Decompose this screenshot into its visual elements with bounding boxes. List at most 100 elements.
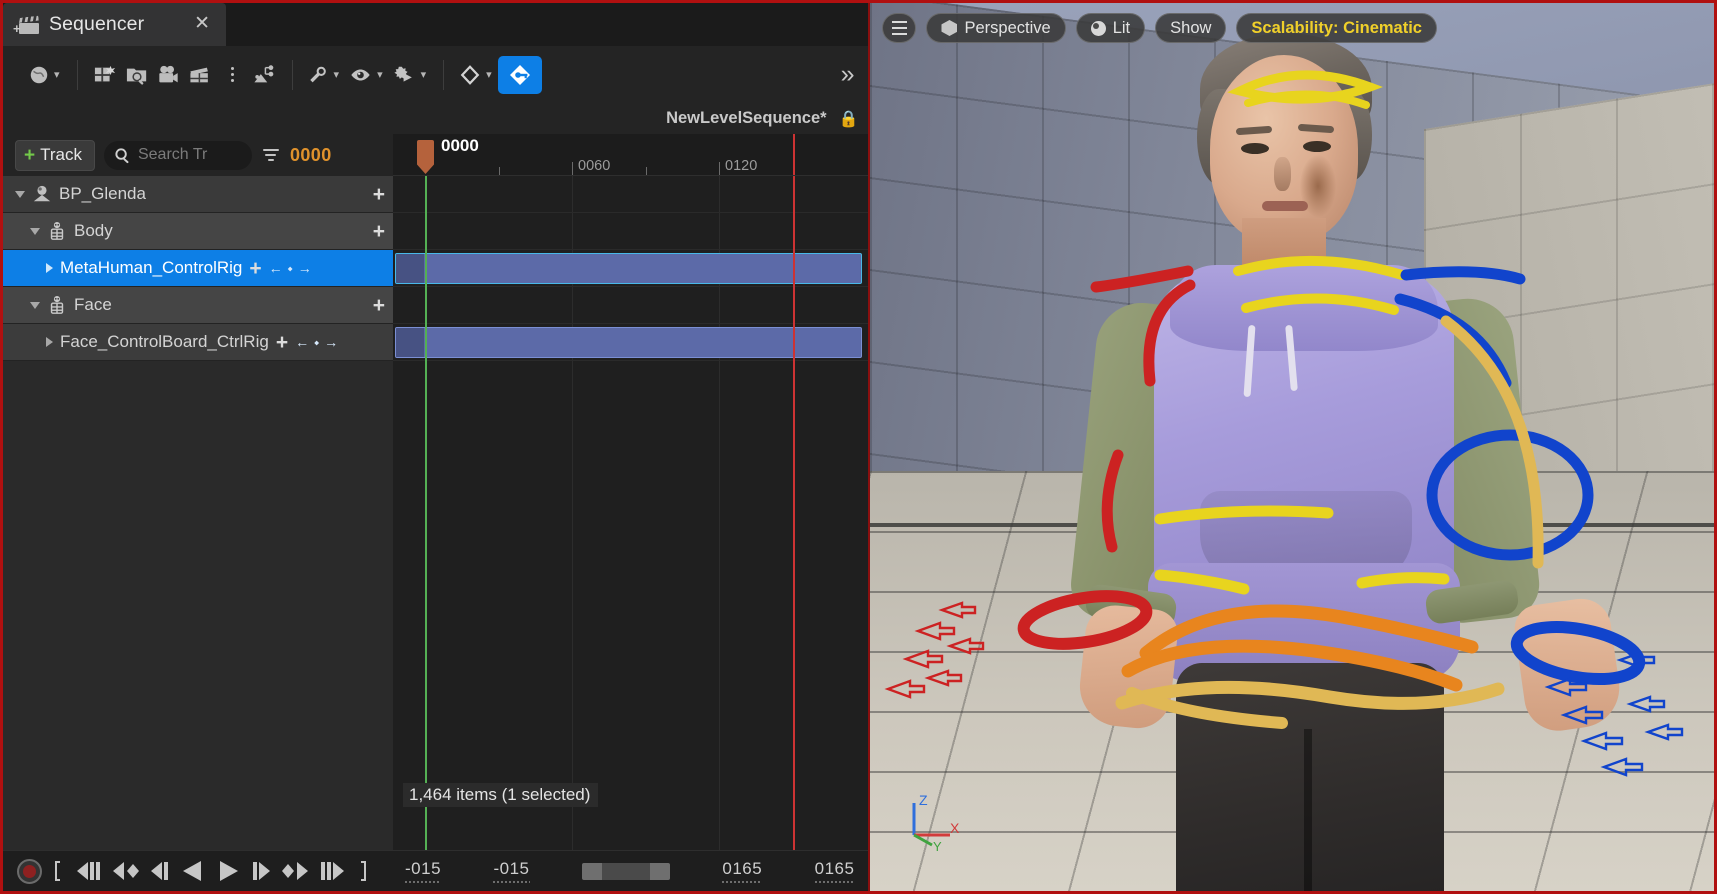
- scalability-label: Scalability: Cinematic: [1251, 18, 1422, 37]
- playhead-line[interactable]: [425, 176, 427, 850]
- keyframe-nav-controls[interactable]: ← ⬩ →: [269, 260, 312, 277]
- lighting-label: Lit: [1112, 18, 1131, 37]
- keyframe-prev-icon[interactable]: ←: [295, 334, 309, 350]
- filter-icon[interactable]: [261, 148, 281, 162]
- chevron-right-icon[interactable]: [46, 337, 53, 347]
- section-left-handle[interactable]: [396, 328, 424, 357]
- globe-icon[interactable]: ▾: [25, 56, 66, 94]
- render-movie-icon[interactable]: [185, 56, 217, 94]
- chevron-down-icon[interactable]: [30, 227, 40, 235]
- keyframe-next-icon[interactable]: →: [324, 334, 338, 350]
- jump-to-end-button[interactable]: [355, 858, 370, 884]
- lock-icon[interactable]: 🔒: [839, 109, 859, 129]
- transport-controls: [3, 858, 393, 884]
- keyframe-options-icon[interactable]: ▾: [455, 56, 498, 94]
- add-track-to-row-button[interactable]: +: [373, 295, 385, 316]
- chevron-down-icon[interactable]: [30, 301, 40, 309]
- track-label: MetaHuman_ControlRig: [60, 258, 243, 277]
- show-menu-button[interactable]: Show: [1155, 13, 1227, 43]
- view-start-field[interactable]: -015: [493, 859, 530, 883]
- open-sequence-icon[interactable]: [121, 56, 153, 94]
- add-track-to-row-button[interactable]: +: [276, 332, 288, 353]
- track-row-face-controlboard-ctrlrig[interactable]: Face_ControlBoard_CtrlRig + ← ⬩ →: [3, 324, 393, 361]
- create-sequence-icon[interactable]: [89, 56, 121, 94]
- timeline-scrollbar[interactable]: [581, 862, 670, 880]
- chevron-down-icon: ▾: [420, 69, 427, 81]
- track-row-body[interactable]: Body +: [3, 213, 393, 250]
- play-reverse-button[interactable]: [180, 858, 206, 884]
- step-back-button[interactable]: [149, 858, 171, 884]
- ruler-tick-label: 0060: [578, 158, 611, 174]
- settings-icon[interactable]: ▾: [304, 56, 346, 94]
- timeline-panel: 0000 0060 0120 1,464 items (1 selected): [393, 134, 869, 850]
- auto-key-toggle-icon[interactable]: [497, 55, 542, 94]
- tab-sequencer[interactable]: + Sequencer ✕: [3, 3, 226, 46]
- control-rig-overlay[interactable]: [870, 3, 1714, 891]
- previous-key-button[interactable]: [112, 858, 140, 884]
- playback-end-marker-ruler: [792, 134, 795, 175]
- keyframe-prev-icon[interactable]: ←: [269, 260, 283, 276]
- view-mode-button[interactable]: Perspective: [926, 13, 1066, 43]
- timeline-row-divider: [393, 286, 869, 287]
- clapperboard-add-icon: +: [13, 15, 40, 35]
- keyframe-next-icon[interactable]: →: [298, 260, 312, 276]
- keyframe-key-icon[interactable]: ⬩: [314, 334, 319, 351]
- timeline-row-divider: [393, 249, 869, 250]
- viewport-menu-button[interactable]: [882, 13, 917, 43]
- cube-icon: [941, 20, 958, 36]
- track-row-metahuman-controlrig[interactable]: MetaHuman_ControlRig + ← ⬩ →: [3, 250, 393, 287]
- record-icon[interactable]: [17, 858, 42, 884]
- track-tree-rows: BP_Glenda + Body + MetaHuman_ControlRig + ← ⬩ → F…: [3, 176, 393, 850]
- keyframe-nav-controls[interactable]: ← ⬩ →: [295, 334, 338, 351]
- play-forward-button[interactable]: [215, 858, 241, 884]
- current-frame-readout[interactable]: 0000: [290, 145, 332, 166]
- playback-options-icon[interactable]: ▾: [389, 56, 433, 94]
- timeline-row-divider: [393, 212, 869, 213]
- scalability-button[interactable]: Scalability: Cinematic: [1236, 13, 1437, 43]
- tab-title: Sequencer: [49, 13, 145, 35]
- chevron-right-icon[interactable]: [46, 263, 53, 273]
- close-icon[interactable]: ✕: [184, 14, 212, 36]
- search-placeholder: Search Tr: [137, 146, 208, 163]
- view-end-field[interactable]: 0165: [722, 859, 763, 883]
- chevron-down-icon: ▾: [486, 69, 492, 81]
- playhead-handle[interactable]: [417, 140, 434, 174]
- level-viewport[interactable]: Perspective Lit Show Scalability: Cinema…: [870, 3, 1714, 891]
- actions-icon[interactable]: [249, 56, 281, 94]
- view-mode-label: Perspective: [964, 18, 1051, 37]
- next-key-button[interactable]: [281, 858, 309, 884]
- add-track-button[interactable]: + Track: [15, 139, 95, 171]
- playhead-frame-label: 0000: [441, 136, 479, 155]
- add-track-to-row-button[interactable]: +: [249, 258, 261, 279]
- jump-to-start-button[interactable]: [51, 858, 66, 884]
- actor-icon: [33, 185, 51, 202]
- plus-icon: +: [24, 144, 36, 166]
- sequence-name-row: NewLevelSequence* 🔒: [3, 103, 869, 134]
- add-track-to-row-button[interactable]: +: [373, 221, 385, 242]
- overflow-chevrons-icon[interactable]: »: [841, 60, 855, 89]
- gizmo-y-label: Y: [933, 839, 942, 853]
- timeline-tracks-area[interactable]: 1,464 items (1 selected): [393, 176, 869, 850]
- playback-end-marker[interactable]: [792, 176, 795, 850]
- range-end-field[interactable]: 0165: [814, 859, 855, 883]
- section-left-handle[interactable]: [396, 254, 424, 283]
- search-icon: [115, 147, 129, 163]
- timeline-ruler[interactable]: 0000 0060 0120: [393, 134, 869, 176]
- visibility-icon[interactable]: ▾: [345, 56, 389, 94]
- track-label: BP_Glenda: [59, 184, 146, 203]
- keyframe-key-icon[interactable]: ⬩: [288, 260, 293, 277]
- add-track-to-row-button[interactable]: +: [373, 184, 385, 205]
- step-back-frames-button[interactable]: [75, 858, 103, 884]
- chevron-down-icon[interactable]: [15, 190, 25, 198]
- lighting-mode-button[interactable]: Lit: [1075, 13, 1146, 43]
- step-forward-button[interactable]: [250, 858, 272, 884]
- range-start-field[interactable]: -015: [405, 859, 442, 883]
- step-forward-frames-button[interactable]: [318, 858, 346, 884]
- chevron-down-icon: ▾: [333, 69, 340, 81]
- left-hand-manipulator-arrows: [884, 601, 985, 699]
- search-input[interactable]: Search Tr: [103, 140, 252, 170]
- more-options-icon[interactable]: [217, 56, 249, 94]
- track-row-bp-glenda[interactable]: BP_Glenda +: [3, 176, 393, 213]
- track-row-face[interactable]: Face +: [3, 287, 393, 324]
- create-camera-icon[interactable]: [153, 56, 185, 94]
